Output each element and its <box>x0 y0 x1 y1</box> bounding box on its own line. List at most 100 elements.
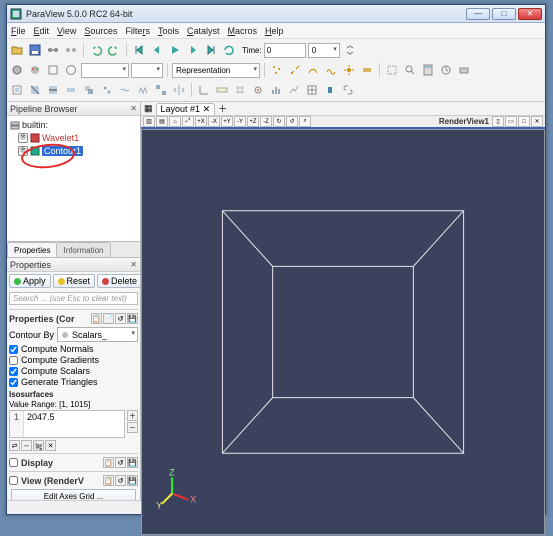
loop-icon[interactable] <box>221 42 237 58</box>
ruler-icon[interactable] <box>214 82 230 98</box>
apply-button[interactable]: Apply <box>9 274 51 288</box>
menu-help[interactable]: Help <box>265 26 284 36</box>
filter-glyph-icon[interactable] <box>99 82 115 98</box>
glyph-arrow-icon[interactable] <box>287 62 303 78</box>
selection-icon[interactable] <box>384 62 400 78</box>
display-save-icon[interactable]: 💾 <box>127 457 138 468</box>
edit-axes-grid-button[interactable]: Edit Axes Grid ... <box>11 489 136 500</box>
clear-values-icon[interactable]: ✕ <box>45 440 56 451</box>
pipeline-close-icon[interactable]: ✕ <box>130 104 137 113</box>
save-props-icon[interactable]: 💾 <box>127 313 138 324</box>
display-copy-icon[interactable]: 📋 <box>103 457 114 468</box>
view-restore-icon[interactable]: ↺ <box>115 475 126 486</box>
copy-props-icon[interactable]: 📋 <box>91 313 102 324</box>
view-py-icon[interactable]: +Y <box>221 116 233 127</box>
axes-icon[interactable] <box>196 82 212 98</box>
tab-properties[interactable]: Properties <box>7 242 57 257</box>
glyph-point-icon[interactable] <box>269 62 285 78</box>
minimize-button[interactable]: — <box>466 8 490 20</box>
rotate-cw-icon[interactable]: ↻ <box>273 116 285 127</box>
view-nz-icon[interactable]: -Z <box>260 116 272 127</box>
pipeline-root[interactable]: builtin: <box>10 118 137 131</box>
find-icon[interactable] <box>402 62 418 78</box>
menu-catalyst[interactable]: Catalyst <box>187 26 220 36</box>
clock-icon[interactable] <box>438 62 454 78</box>
view-split-h-icon[interactable]: ▥ <box>143 116 155 127</box>
pipeline-item-contour[interactable]: 👁 Contour1 <box>10 144 137 157</box>
zoom-to-data-icon[interactable]: ⤢ <box>182 116 194 127</box>
isovalue-list[interactable]: 1 2047.5 <box>9 410 125 438</box>
time-spin-icon[interactable] <box>342 42 358 58</box>
redo-icon[interactable] <box>106 42 122 58</box>
render-viewport[interactable]: X Z Y <box>141 129 545 535</box>
grid-icon[interactable] <box>232 82 248 98</box>
prev-frame-icon[interactable] <box>149 42 165 58</box>
view-save-icon[interactable]: 💾 <box>127 475 138 486</box>
contour-by-combo[interactable]: Scalars_ <box>57 327 138 342</box>
threshold-icon[interactable] <box>359 62 375 78</box>
tab-information[interactable]: Information <box>56 242 110 257</box>
maximize-button[interactable]: □ <box>492 8 516 20</box>
close-button[interactable]: ✕ <box>518 8 542 20</box>
delete-button[interactable]: Delete <box>97 274 140 288</box>
compute-scalars-checkbox[interactable] <box>9 367 18 376</box>
time-input[interactable]: 0 <box>264 43 306 58</box>
view-split-v-icon[interactable]: ▤ <box>156 116 168 127</box>
histogram-icon[interactable] <box>268 82 284 98</box>
filter-group-icon[interactable] <box>153 82 169 98</box>
view-splitpane-v-icon[interactable]: ▭ <box>505 116 517 127</box>
time-step-combo[interactable]: 0 <box>308 43 340 58</box>
probe-icon[interactable] <box>250 82 266 98</box>
scale-values-icon[interactable]: ↔ <box>21 440 32 451</box>
layout-tab[interactable]: Layout #1 ✕ <box>156 103 216 115</box>
properties-header[interactable]: Properties ✕ <box>7 258 140 272</box>
properties-close-icon[interactable]: ✕ <box>130 260 137 269</box>
table-icon[interactable] <box>304 82 320 98</box>
display-restore-icon[interactable]: ↺ <box>115 457 126 468</box>
pipeline-item-wavelet[interactable]: 👁 Wavelet1 <box>10 131 137 144</box>
filter-slice-icon[interactable] <box>45 82 61 98</box>
add-value-icon[interactable]: ＋ <box>127 410 138 421</box>
filter-threshold-icon[interactable] <box>63 82 79 98</box>
streamline-icon[interactable] <box>305 62 321 78</box>
view-maximize-icon[interactable]: □ <box>518 116 530 127</box>
plot-icon[interactable] <box>286 82 302 98</box>
next-frame-icon[interactable] <box>185 42 201 58</box>
compute-gradients-checkbox[interactable] <box>9 356 18 365</box>
title-bar[interactable]: ParaView 5.0.0 RC2 64-bit — □ ✕ <box>7 5 545 23</box>
calculator-icon[interactable] <box>420 62 436 78</box>
zoom-box-icon[interactable]: ⌕ <box>299 116 311 127</box>
representation-combo[interactable]: Representation <box>172 63 260 78</box>
menu-macros[interactable]: Macros <box>227 26 257 36</box>
solid-color-icon[interactable] <box>9 62 25 78</box>
undo-icon[interactable] <box>88 42 104 58</box>
play-icon[interactable] <box>167 42 183 58</box>
view-splitpane-h-icon[interactable]: ▯ <box>492 116 504 127</box>
filter-clip-icon[interactable] <box>27 82 43 98</box>
camera-link-icon[interactable] <box>456 62 472 78</box>
first-frame-icon[interactable] <box>131 42 147 58</box>
link-icon[interactable] <box>340 82 356 98</box>
menu-tools[interactable]: Tools <box>158 26 179 36</box>
filter-warp-icon[interactable] <box>135 82 151 98</box>
color-component-combo[interactable] <box>131 63 163 78</box>
filter-contour-icon[interactable] <box>9 82 25 98</box>
paste-props-icon[interactable]: 📄 <box>103 313 114 324</box>
menu-file[interactable]: File <box>11 26 26 36</box>
remove-value-icon[interactable]: － <box>127 422 138 433</box>
warp-icon[interactable] <box>323 62 339 78</box>
color-palette-icon[interactable] <box>27 62 43 78</box>
reset-button[interactable]: Reset <box>53 274 96 288</box>
add-layout-icon[interactable]: ＋ <box>218 102 227 115</box>
visibility-toggle-icon[interactable]: 👁 <box>18 146 28 156</box>
log-values-icon[interactable]: ㏒ <box>33 440 44 451</box>
menu-view[interactable]: View <box>57 26 76 36</box>
view-section-toggle[interactable] <box>9 476 18 485</box>
rescale-icon[interactable] <box>45 62 61 78</box>
color-array-combo[interactable] <box>81 63 129 78</box>
pipeline-browser[interactable]: builtin: 👁 Wavelet1 👁 Contour1 <box>7 116 140 242</box>
view-close-icon[interactable]: ✕ <box>531 116 543 127</box>
filter-reflect-icon[interactable] <box>171 82 187 98</box>
disconnect-icon[interactable] <box>63 42 79 58</box>
reset-camera-icon[interactable]: ⌂ <box>169 116 181 127</box>
